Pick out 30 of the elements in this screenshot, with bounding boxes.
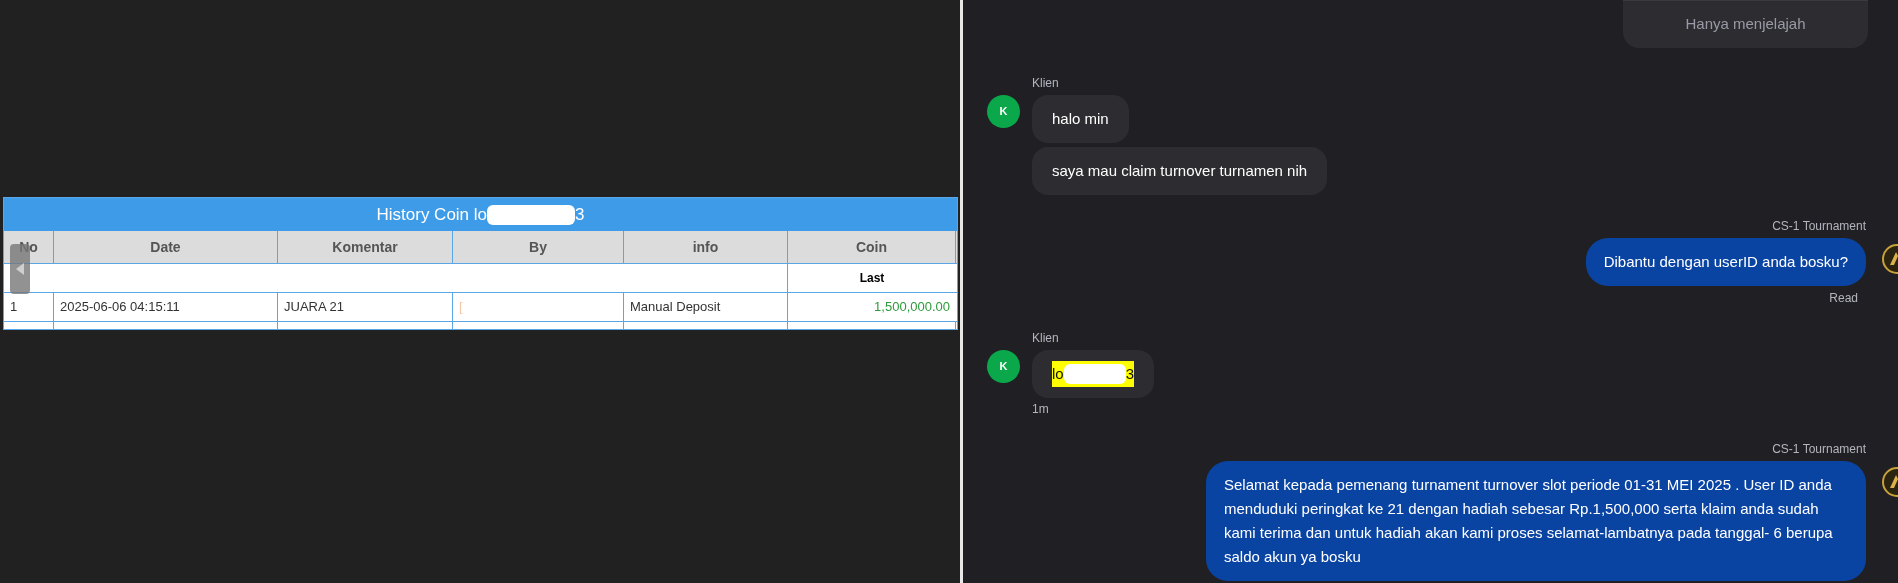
table-subheader: Last — [858, 270, 886, 287]
sender-name: CS-1 Tournament — [1772, 441, 1866, 458]
message-text: Selamat kepada pemenang turnament turnover slot periode 01-31 MEI 2025 . User ID anda menduduki peringkat ke 21 dengan hadiah sebesar Rp.1,500,000 serta klaim anda sudah kami terima dan untuk hadiah akan kami proses selamat-lambatnya pada tanggal- 6 berupa saldo akun ya bosku — [1224, 476, 1833, 565]
left-triangle-icon — [16, 263, 24, 275]
column-header: Komentar — [278, 231, 453, 263]
table-cell: 2025-06-06 04:15:11 — [54, 293, 278, 321]
table-cell: [ — [453, 293, 624, 321]
table-cell: Manual Deposit — [624, 293, 788, 321]
column-header: info — [624, 231, 788, 263]
table-title: History Coin lo 3 — [376, 203, 585, 227]
table-cell-text: 1,500,000.00 — [873, 298, 951, 317]
column-header: Coin — [788, 231, 956, 263]
avatar-icon: K — [987, 95, 1020, 128]
redaction-mark — [1063, 364, 1126, 384]
system-text: Hanya menjelajah — [1685, 14, 1806, 35]
agent-avatar-icon — [1882, 244, 1898, 274]
sender-name: CS-1 Tournament — [1772, 218, 1866, 235]
sender-name: Klien — [1032, 330, 1060, 347]
message-text: Dibantu dengan userID anda bosku? — [1603, 253, 1848, 270]
message-time: 1m — [1032, 401, 1050, 418]
table-cell: JUARA 21 — [278, 293, 453, 321]
column-header: Date — [54, 231, 278, 263]
message-text: saya mau claim turnover turnamen nih — [1052, 162, 1308, 179]
read-status: Read — [1829, 290, 1858, 307]
agent-avatar-icon — [1882, 467, 1898, 497]
column-header: By — [453, 231, 624, 263]
avatar-icon: K — [987, 350, 1020, 383]
message-text: lo 3 — [1052, 361, 1135, 387]
message-text: halo min — [1052, 110, 1109, 127]
sender-name: Klien — [1032, 75, 1060, 92]
